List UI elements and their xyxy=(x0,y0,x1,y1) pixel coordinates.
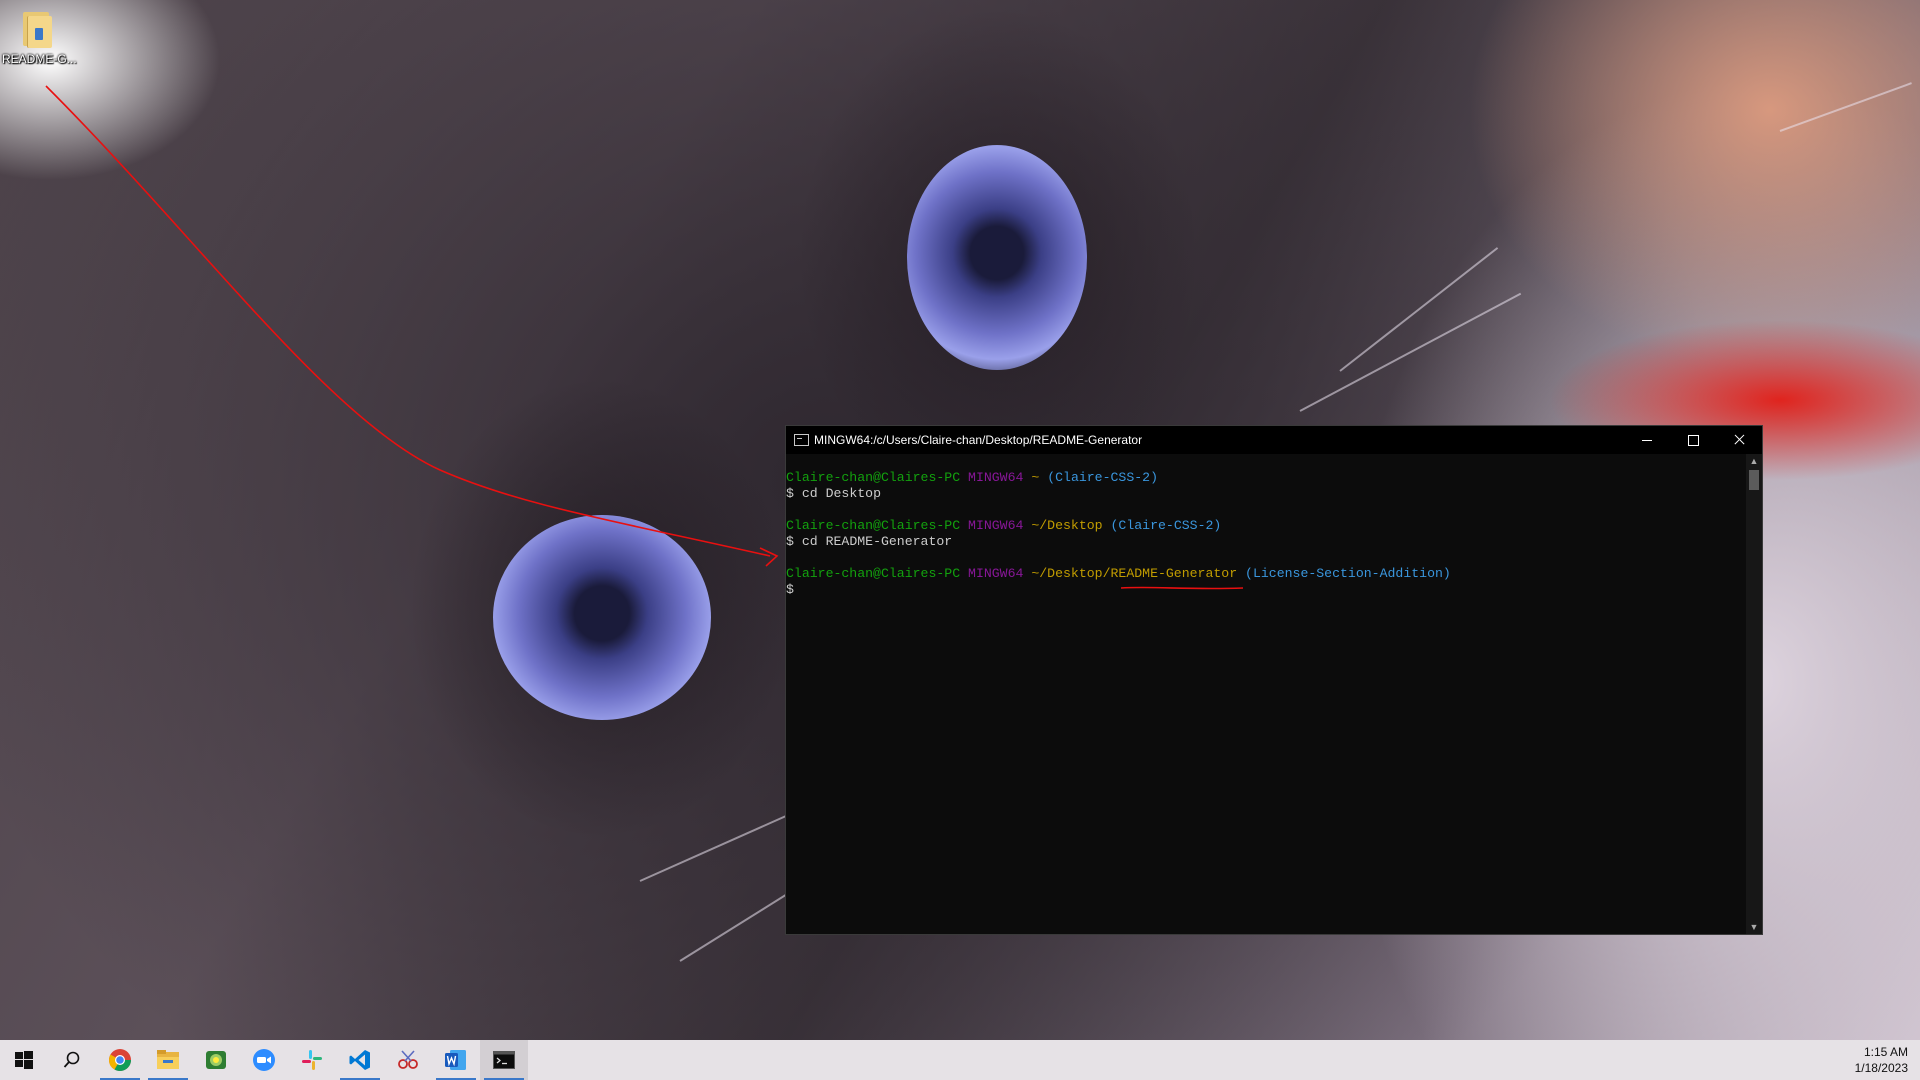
scroll-up-arrow-icon[interactable]: ▲ xyxy=(1746,454,1762,468)
file-explorer-icon xyxy=(157,1050,179,1069)
taskbar-terminal[interactable] xyxy=(480,1040,528,1080)
taskbar-slack[interactable] xyxy=(288,1040,336,1080)
wallpaper-whisker xyxy=(1779,82,1912,132)
word-icon xyxy=(445,1050,466,1070)
command-line: $ cd README-Generator xyxy=(786,534,1746,550)
zoom-icon xyxy=(253,1049,275,1071)
search-button[interactable] xyxy=(48,1040,96,1080)
taskbar-vscode[interactable] xyxy=(336,1040,384,1080)
prompt-user: Claire-chan@Claires-PC xyxy=(786,566,961,581)
terminal-titlebar[interactable]: MINGW64:/c/Users/Claire-chan/Desktop/REA… xyxy=(786,426,1762,454)
prompt-env: MINGW64 xyxy=(968,566,1024,581)
prompt-path: ~/Desktop xyxy=(1031,518,1103,533)
clock-time: 1:15 AM xyxy=(1863,1045,1908,1059)
taskbar-word[interactable] xyxy=(432,1040,480,1080)
terminal-output[interactable]: Claire-chan@Claires-PC MINGW64 ~ (Claire… xyxy=(786,454,1746,934)
wallpaper-cat-eye-right xyxy=(907,145,1087,370)
window-controls xyxy=(1624,426,1762,454)
taskbar xyxy=(0,1040,1920,1080)
vscode-icon xyxy=(349,1050,370,1070)
prompt-line: Claire-chan@Claires-PC MINGW64 ~/Desktop… xyxy=(786,566,1746,582)
folder-icon xyxy=(21,8,53,48)
prompt-symbol: $ xyxy=(786,486,794,501)
prompt-user: Claire-chan@Claires-PC xyxy=(786,518,961,533)
prompt-symbol: $ xyxy=(786,582,794,597)
prompt-symbol: $ xyxy=(786,534,794,549)
wallpaper-cat-eye-left xyxy=(493,515,711,720)
snipping-tool-icon xyxy=(398,1050,418,1069)
chrome-icon xyxy=(109,1049,131,1071)
prompt-env: MINGW64 xyxy=(968,470,1024,485)
prompt-path: ~ xyxy=(1031,470,1040,485)
prompt-branch: (License-Section-Addition) xyxy=(1245,566,1451,581)
system-clock[interactable]: 1:15 AM 1/18/2023 xyxy=(1855,1044,1908,1076)
scroll-down-arrow-icon[interactable]: ▼ xyxy=(1746,920,1762,934)
prompt-env: MINGW64 xyxy=(968,518,1024,533)
prompt-user: Claire-chan@Claires-PC xyxy=(786,470,961,485)
wallpaper-whisker xyxy=(1299,292,1522,412)
command-line: $ cd Desktop xyxy=(786,486,1746,502)
prompt-branch: (Claire-CSS-2) xyxy=(1047,470,1158,485)
start-button[interactable] xyxy=(0,1040,48,1080)
prompt-path-prefix: ~/Desktop/ xyxy=(1031,566,1111,581)
prompt-line: Claire-chan@Claires-PC MINGW64 ~/Desktop… xyxy=(786,518,1746,534)
taskbar-chrome[interactable] xyxy=(96,1040,144,1080)
desktop-icon-label: README-G... xyxy=(2,52,77,66)
photos-app-icon xyxy=(206,1051,226,1069)
slack-icon xyxy=(302,1050,322,1070)
clock-date: 1/18/2023 xyxy=(1854,1061,1908,1075)
taskbar-snipping-tool[interactable] xyxy=(384,1040,432,1080)
prompt-path-highlight: README-Generator xyxy=(1110,566,1238,581)
windows-start-icon xyxy=(15,1051,33,1069)
terminal-window[interactable]: MINGW64:/c/Users/Claire-chan/Desktop/REA… xyxy=(785,425,1763,935)
terminal-icon xyxy=(493,1051,515,1069)
scrollbar-thumb[interactable] xyxy=(1749,470,1759,490)
close-button[interactable] xyxy=(1716,426,1762,454)
console-app-icon xyxy=(794,434,809,446)
maximize-button[interactable] xyxy=(1670,426,1716,454)
window-title: MINGW64:/c/Users/Claire-chan/Desktop/REA… xyxy=(814,433,1143,447)
vertical-scrollbar[interactable]: ▲ ▼ xyxy=(1746,454,1762,934)
desktop-icon-readme-folder[interactable]: README-G... xyxy=(2,8,77,66)
taskbar-photos[interactable] xyxy=(192,1040,240,1080)
search-icon xyxy=(63,1051,80,1068)
prompt-branch: (Claire-CSS-2) xyxy=(1110,518,1222,533)
command-line-current[interactable]: $ xyxy=(786,582,1746,598)
prompt-line: Claire-chan@Claires-PC MINGW64 ~ (Claire… xyxy=(786,470,1746,486)
taskbar-zoom[interactable] xyxy=(240,1040,288,1080)
taskbar-file-explorer[interactable] xyxy=(144,1040,192,1080)
wallpaper-whisker xyxy=(1339,247,1499,372)
command-text: cd Desktop xyxy=(801,486,881,501)
command-text: cd README-Generator xyxy=(801,534,953,549)
minimize-button[interactable] xyxy=(1624,426,1670,454)
